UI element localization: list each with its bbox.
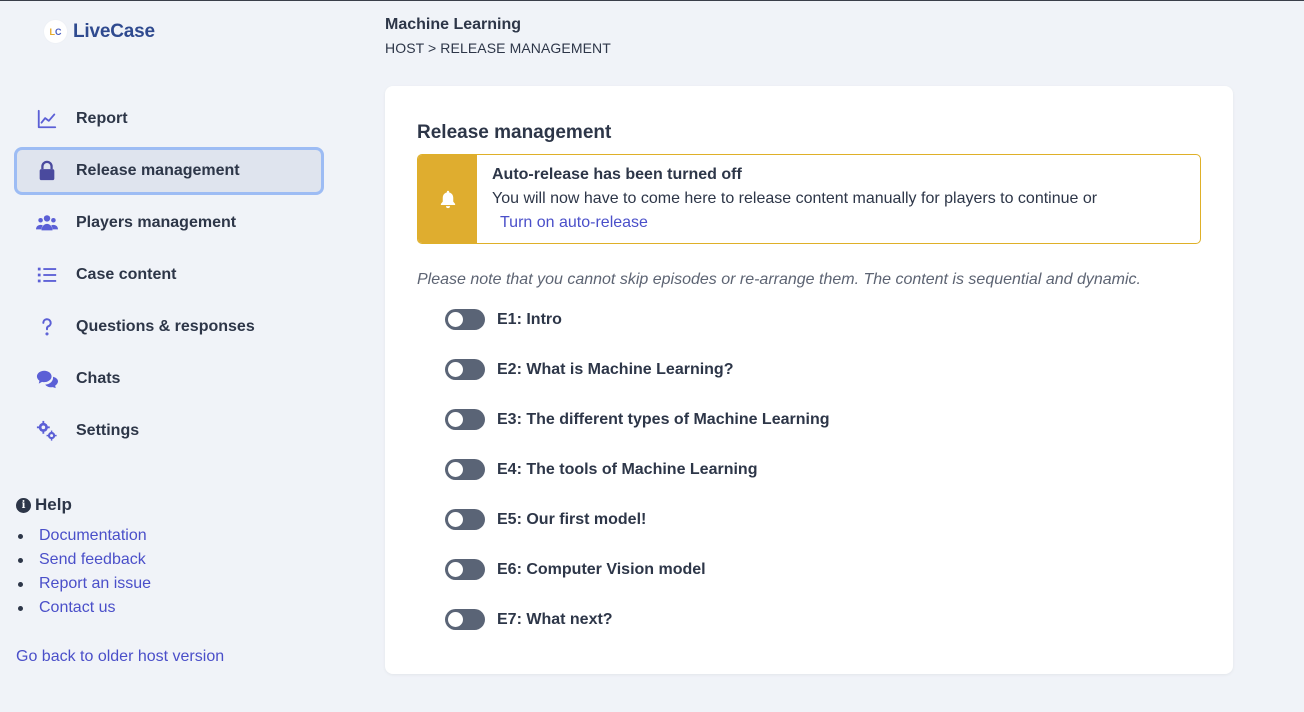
list-item: Contact us <box>16 596 151 620</box>
auto-release-alert: Auto-release has been turned off You wil… <box>417 154 1201 244</box>
sidebar-item-label: Report <box>76 110 128 127</box>
alert-side <box>418 155 477 243</box>
breadcrumb: HOST > RELEASE MANAGEMENT <box>385 40 611 56</box>
sidebar-item-label: Case content <box>76 266 177 283</box>
release-management-card: Release management Auto-release has been… <box>385 86 1233 674</box>
chat-bubbles-icon <box>35 367 59 391</box>
sequence-note: Please note that you cannot skip episode… <box>417 271 1141 288</box>
sidebar-item-label: Settings <box>76 422 140 439</box>
turn-on-auto-release-link[interactable]: Turn on auto-release <box>500 214 648 232</box>
sidebar-item-chats[interactable]: Chats <box>14 355 324 403</box>
sidebar: LC LiveCase Report Release management Pl… <box>0 1 340 712</box>
gears-icon <box>35 419 59 443</box>
help-section: i Help Documentation Send feedback Repor… <box>16 495 151 620</box>
app-logo[interactable]: LC LiveCase <box>44 20 155 43</box>
episode-list: E1: Intro E2: What is Machine Learning? … <box>445 309 830 659</box>
question-icon <box>35 315 59 339</box>
episode-item: E3: The different types of Machine Learn… <box>445 409 830 459</box>
release-toggle[interactable] <box>445 609 485 630</box>
episode-label: E1: Intro <box>497 311 562 328</box>
older-version-link[interactable]: Go back to older host version <box>16 648 224 666</box>
sidebar-item-report[interactable]: Report <box>14 95 324 143</box>
page-title: Machine Learning <box>385 16 522 33</box>
alert-text: You will now have to come here to releas… <box>492 190 1098 207</box>
episode-item: E1: Intro <box>445 309 830 359</box>
contact-us-link[interactable]: Contact us <box>39 596 115 620</box>
episode-item: E4: The tools of Machine Learning <box>445 459 830 509</box>
users-icon <box>35 211 59 235</box>
send-feedback-link[interactable]: Send feedback <box>39 548 146 572</box>
lock-icon <box>35 159 59 183</box>
episode-item: E6: Computer Vision model <box>445 559 830 609</box>
episode-label: E5: Our first model! <box>497 511 647 528</box>
alert-title: Auto-release has been turned off <box>492 166 742 183</box>
card-title: Release management <box>417 122 612 143</box>
bell-icon <box>440 190 455 209</box>
list-item: Documentation <box>16 524 151 548</box>
sidebar-item-release-management[interactable]: Release management <box>14 147 324 195</box>
episode-label: E7: What next? <box>497 611 613 628</box>
episode-label: E3: The different types of Machine Learn… <box>497 411 830 428</box>
sidebar-item-label: Questions & responses <box>76 318 255 335</box>
episode-label: E6: Computer Vision model <box>497 561 706 578</box>
release-toggle[interactable] <box>445 459 485 480</box>
release-toggle[interactable] <box>445 409 485 430</box>
episode-label: E2: What is Machine Learning? <box>497 361 734 378</box>
sidebar-item-questions-responses[interactable]: Questions & responses <box>14 303 324 351</box>
release-toggle[interactable] <box>445 309 485 330</box>
list-item: Send feedback <box>16 548 151 572</box>
sidebar-item-label: Players management <box>76 214 237 231</box>
alert-body: Auto-release has been turned off You wil… <box>477 155 1097 243</box>
episode-item: E7: What next? <box>445 609 830 659</box>
list-icon <box>35 263 59 287</box>
sidebar-item-settings[interactable]: Settings <box>14 407 324 455</box>
page-header: Machine Learning HOST > RELEASE MANAGEME… <box>385 16 611 56</box>
sidebar-nav: Report Release management Players manage… <box>14 95 324 459</box>
app-name: LiveCase <box>73 20 155 42</box>
help-links: Documentation Send feedback Report an is… <box>16 524 151 620</box>
help-title: i Help <box>16 495 151 515</box>
sidebar-item-label: Chats <box>76 370 121 387</box>
episode-item: E5: Our first model! <box>445 509 830 559</box>
logo-mark-icon: LC <box>44 20 67 43</box>
episode-item: E2: What is Machine Learning? <box>445 359 830 409</box>
release-toggle[interactable] <box>445 509 485 530</box>
list-item: Report an issue <box>16 572 151 596</box>
sidebar-item-label: Release management <box>76 162 240 179</box>
sidebar-item-players-management[interactable]: Players management <box>14 199 324 247</box>
episode-label: E4: The tools of Machine Learning <box>497 461 758 478</box>
sidebar-item-case-content[interactable]: Case content <box>14 251 324 299</box>
release-toggle[interactable] <box>445 559 485 580</box>
release-toggle[interactable] <box>445 359 485 380</box>
info-icon: i <box>16 497 31 513</box>
report-issue-link[interactable]: Report an issue <box>39 572 151 596</box>
documentation-link[interactable]: Documentation <box>39 524 147 548</box>
chart-line-icon <box>35 107 59 131</box>
